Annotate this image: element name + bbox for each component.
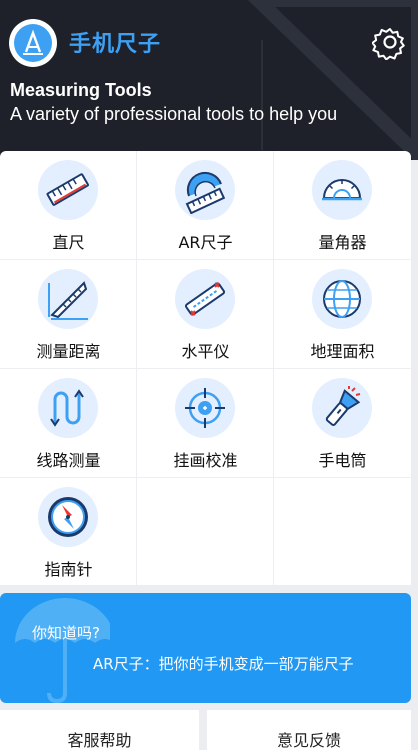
flashlight-icon [312,378,372,438]
tool-flashlight[interactable]: 手电筒 [274,369,411,477]
app-title: 手机尺子 [69,32,162,57]
banner-tip: AR尺子：把你的手机变成一部万能尺子 [93,655,354,673]
compass-icon [38,487,98,547]
tool-picture-align[interactable]: 挂画校准 [137,369,274,477]
tool-label: 线路测量 [36,451,101,470]
distance-measure-icon [38,269,98,329]
tool-label: 指南针 [44,560,93,579]
banner-question: 你知道吗? [32,624,100,642]
tip-banner[interactable]: 你知道吗? AR尺子：把你的手机变成一部万能尺子 [0,593,411,703]
tool-label: 量角器 [318,233,367,252]
settings-gear-icon[interactable] [371,24,408,61]
tool-compass[interactable]: 指南针 [0,478,137,586]
tool-label: 水平仪 [181,342,230,361]
tool-label: AR尺子 [178,233,233,252]
tool-ar-ruler[interactable]: AR尺子 [137,151,274,259]
globe-icon [312,269,372,329]
tagline-subtitle: A variety of professional tools to help … [10,104,338,124]
tool-level[interactable]: 水平仪 [137,260,274,368]
tool-label: 挂画校准 [173,451,238,470]
ar-ruler-icon [175,160,235,220]
tool-geo-area[interactable]: 地理面积 [274,260,411,368]
tool-label: 测量距离 [36,342,101,361]
tagline-title: Measuring Tools [10,80,152,100]
route-measure-icon [38,378,98,438]
tool-ruler[interactable]: 直尺 [0,151,137,259]
tool-distance-measure[interactable]: 测量距离 [0,260,137,368]
customer-help-button[interactable]: 客服帮助 [0,710,199,750]
umbrella-icon [15,598,110,703]
tool-label: 地理面积 [310,342,375,361]
tool-route-measure[interactable]: 线路测量 [0,369,137,477]
feedback-button[interactable]: 意见反馈 [207,710,411,750]
tool-protractor[interactable]: 量角器 [274,151,411,259]
crosshair-icon [175,378,235,438]
tools-grid: 直尺 AR尺子 量角器 测量距离 水平仪 地理面积 线路测量 挂画校准 手电筒 … [0,151,411,585]
tool-label: 手电筒 [318,451,367,470]
level-icon [175,269,235,329]
ruler-icon [38,160,98,220]
protractor-icon [312,160,372,220]
app-header: 手机尺子 Measuring Tools A variety of profes… [0,0,418,160]
tool-label: 直尺 [52,233,85,252]
app-logo [9,19,57,67]
